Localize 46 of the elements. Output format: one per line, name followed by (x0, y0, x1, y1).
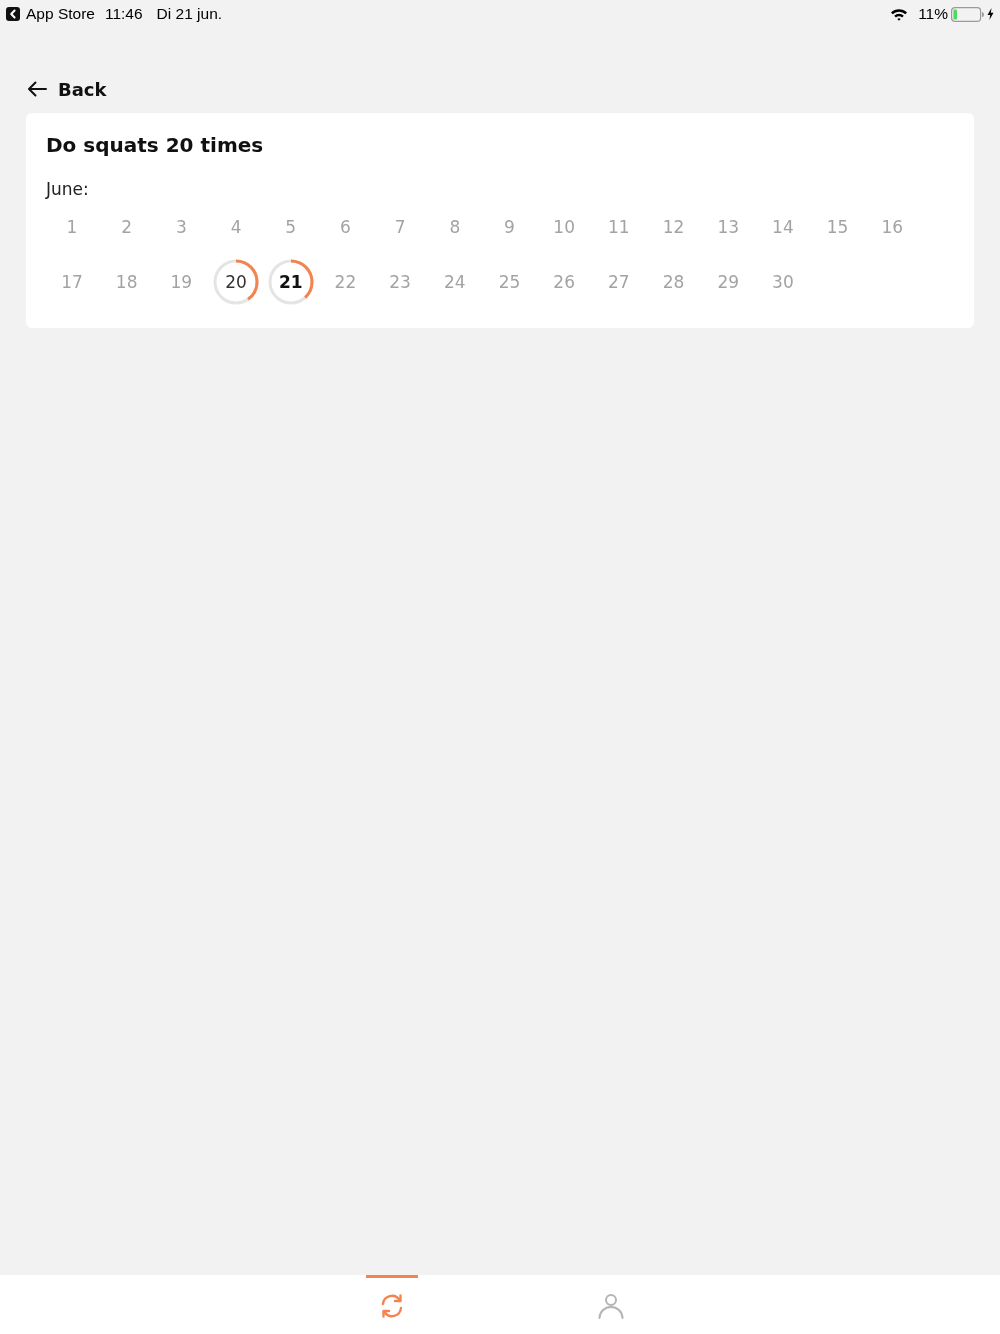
day-number: 29 (717, 271, 740, 292)
day-number: 8 (449, 216, 461, 237)
day-number: 9 (504, 216, 515, 237)
day-number: 20 (225, 271, 247, 292)
day-number: 15 (826, 216, 849, 237)
day-number: 1 (66, 216, 78, 237)
day-number: 18 (115, 271, 138, 292)
day-number: 2 (121, 216, 133, 237)
day-number: 7 (394, 216, 406, 237)
day-number: 25 (498, 271, 521, 292)
day-number: 22 (334, 271, 357, 292)
progress-ring (213, 259, 259, 304)
month-label: June: (46, 179, 90, 199)
day-number: 6 (340, 216, 351, 237)
day-number: 27 (608, 271, 630, 292)
charging-bolt-icon (987, 8, 994, 20)
day-number: 13 (717, 216, 740, 237)
wifi-icon (890, 7, 909, 21)
day-number: 26 (553, 271, 575, 292)
day-number: 28 (662, 271, 685, 292)
back-app-label[interactable]: App Store (26, 5, 95, 23)
back-arrow-icon (27, 81, 47, 97)
sync-icon (379, 1293, 405, 1319)
day-number: 12 (662, 216, 685, 237)
day-number: 3 (175, 216, 187, 237)
day-number: 19 (170, 271, 193, 292)
habit-title: Do squats 20 times (46, 133, 265, 157)
day-number: 24 (444, 271, 466, 292)
progress-ring (268, 259, 314, 304)
status-date: Di 21 jun. (156, 5, 223, 23)
day-number: 14 (772, 216, 794, 237)
day-number: 4 (230, 216, 242, 237)
back-chevron-icon[interactable] (6, 7, 20, 21)
day-number: 16 (881, 216, 904, 237)
day-number: 11 (608, 216, 630, 237)
battery-icon (951, 6, 985, 22)
day-number: 17 (61, 271, 83, 292)
day-number: 23 (389, 271, 411, 292)
day-number: 30 (772, 271, 794, 292)
day-number: 5 (285, 216, 297, 237)
day-number: 21 (278, 271, 303, 292)
back-button[interactable]: Back (26, 76, 107, 102)
battery-percent: 11% (918, 5, 948, 23)
status-time: 11:46 (104, 5, 143, 23)
day-number: 10 (553, 216, 575, 237)
person-icon (598, 1293, 624, 1319)
